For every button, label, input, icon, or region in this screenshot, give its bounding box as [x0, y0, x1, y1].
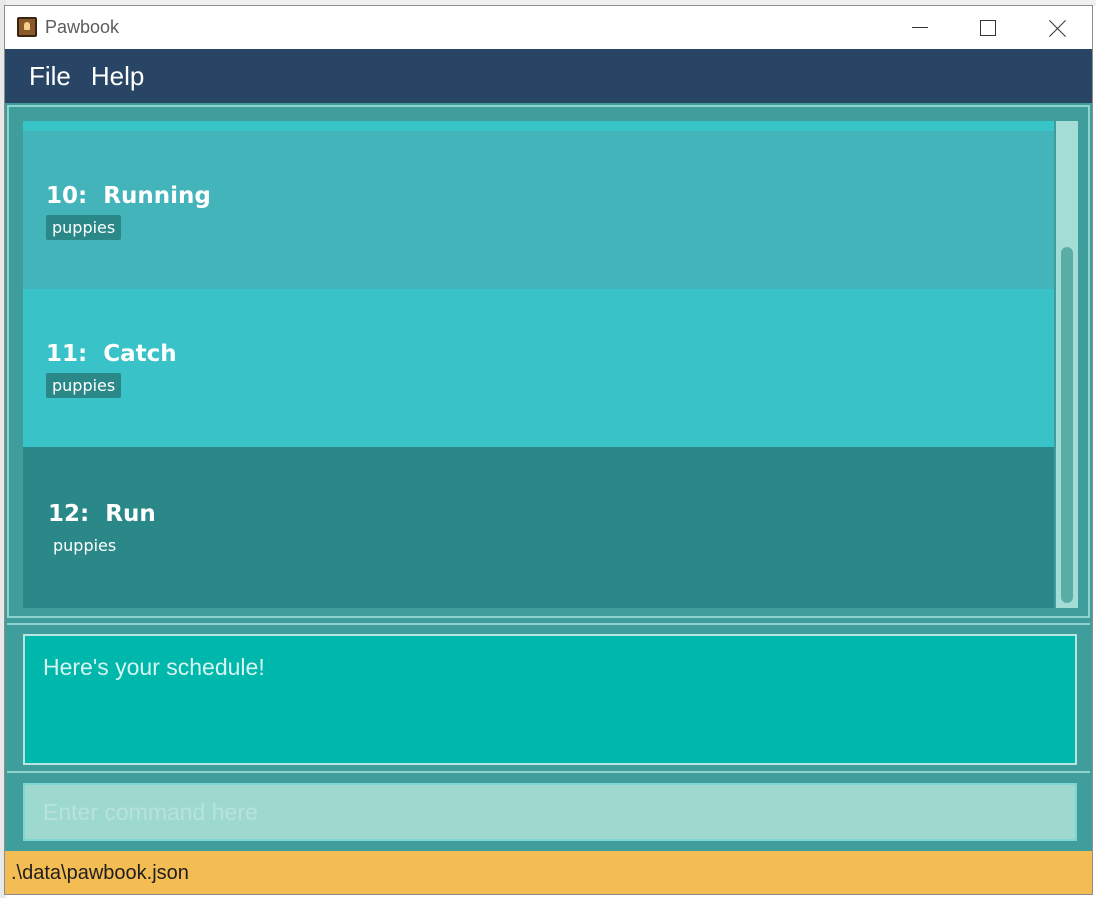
entry-name: Run — [105, 501, 156, 527]
entry-title: 12: Run — [48, 501, 156, 527]
close-icon — [1049, 19, 1067, 37]
result-display: Here's your schedule! — [23, 634, 1077, 765]
main-content: 10: Running puppies 11: Catch puppies 12… — [5, 103, 1092, 851]
minimize-icon — [912, 27, 928, 28]
entry-name: Running — [103, 183, 211, 209]
list-item-partial — [23, 121, 1054, 131]
app-window: Pawbook File Help 10: Running puppies 11… — [4, 5, 1093, 895]
list-scrollbar[interactable] — [1056, 121, 1078, 608]
entry-name: Catch — [103, 341, 177, 367]
scroll-thumb[interactable] — [1061, 247, 1073, 603]
schedule-list[interactable]: 10: Running puppies 11: Catch puppies 12… — [23, 121, 1054, 608]
window-title: Pawbook — [45, 17, 120, 37]
maximize-icon — [980, 19, 996, 36]
list-item[interactable]: 10: Running puppies — [23, 131, 1054, 289]
entry-index: 10: — [46, 183, 88, 209]
status-bar: .\data\pawbook.json — [5, 851, 1092, 894]
menu-file[interactable]: File — [19, 49, 81, 103]
entry-title: 10: Running — [46, 183, 211, 209]
close-button[interactable] — [1023, 6, 1092, 49]
entry-tag: puppies — [46, 373, 122, 398]
schedule-list-panel: 10: Running puppies 11: Catch puppies 12… — [7, 105, 1090, 618]
title-bar[interactable]: Pawbook — [5, 6, 1092, 49]
entry-tag: puppies — [53, 536, 117, 555]
entry-index: 12: — [48, 501, 90, 527]
result-message: Here's your schedule! — [43, 654, 265, 680]
list-item[interactable]: 11: Catch puppies — [23, 289, 1054, 447]
command-panel — [7, 771, 1090, 851]
command-input[interactable] — [23, 783, 1077, 841]
menu-help[interactable]: Help — [81, 49, 154, 103]
list-item-selected[interactable]: 12: Run puppies — [23, 447, 1054, 608]
minimize-button[interactable] — [885, 6, 955, 49]
data-file-path: .\data\pawbook.json — [11, 862, 189, 884]
maximize-button[interactable] — [953, 6, 1023, 49]
entry-tag: puppies — [46, 215, 122, 240]
menu-bar: File Help — [5, 49, 1092, 103]
entry-title: 11: Catch — [46, 341, 177, 367]
entry-index: 11: — [46, 341, 88, 367]
app-icon — [17, 17, 37, 37]
result-panel: Here's your schedule! — [7, 623, 1090, 771]
